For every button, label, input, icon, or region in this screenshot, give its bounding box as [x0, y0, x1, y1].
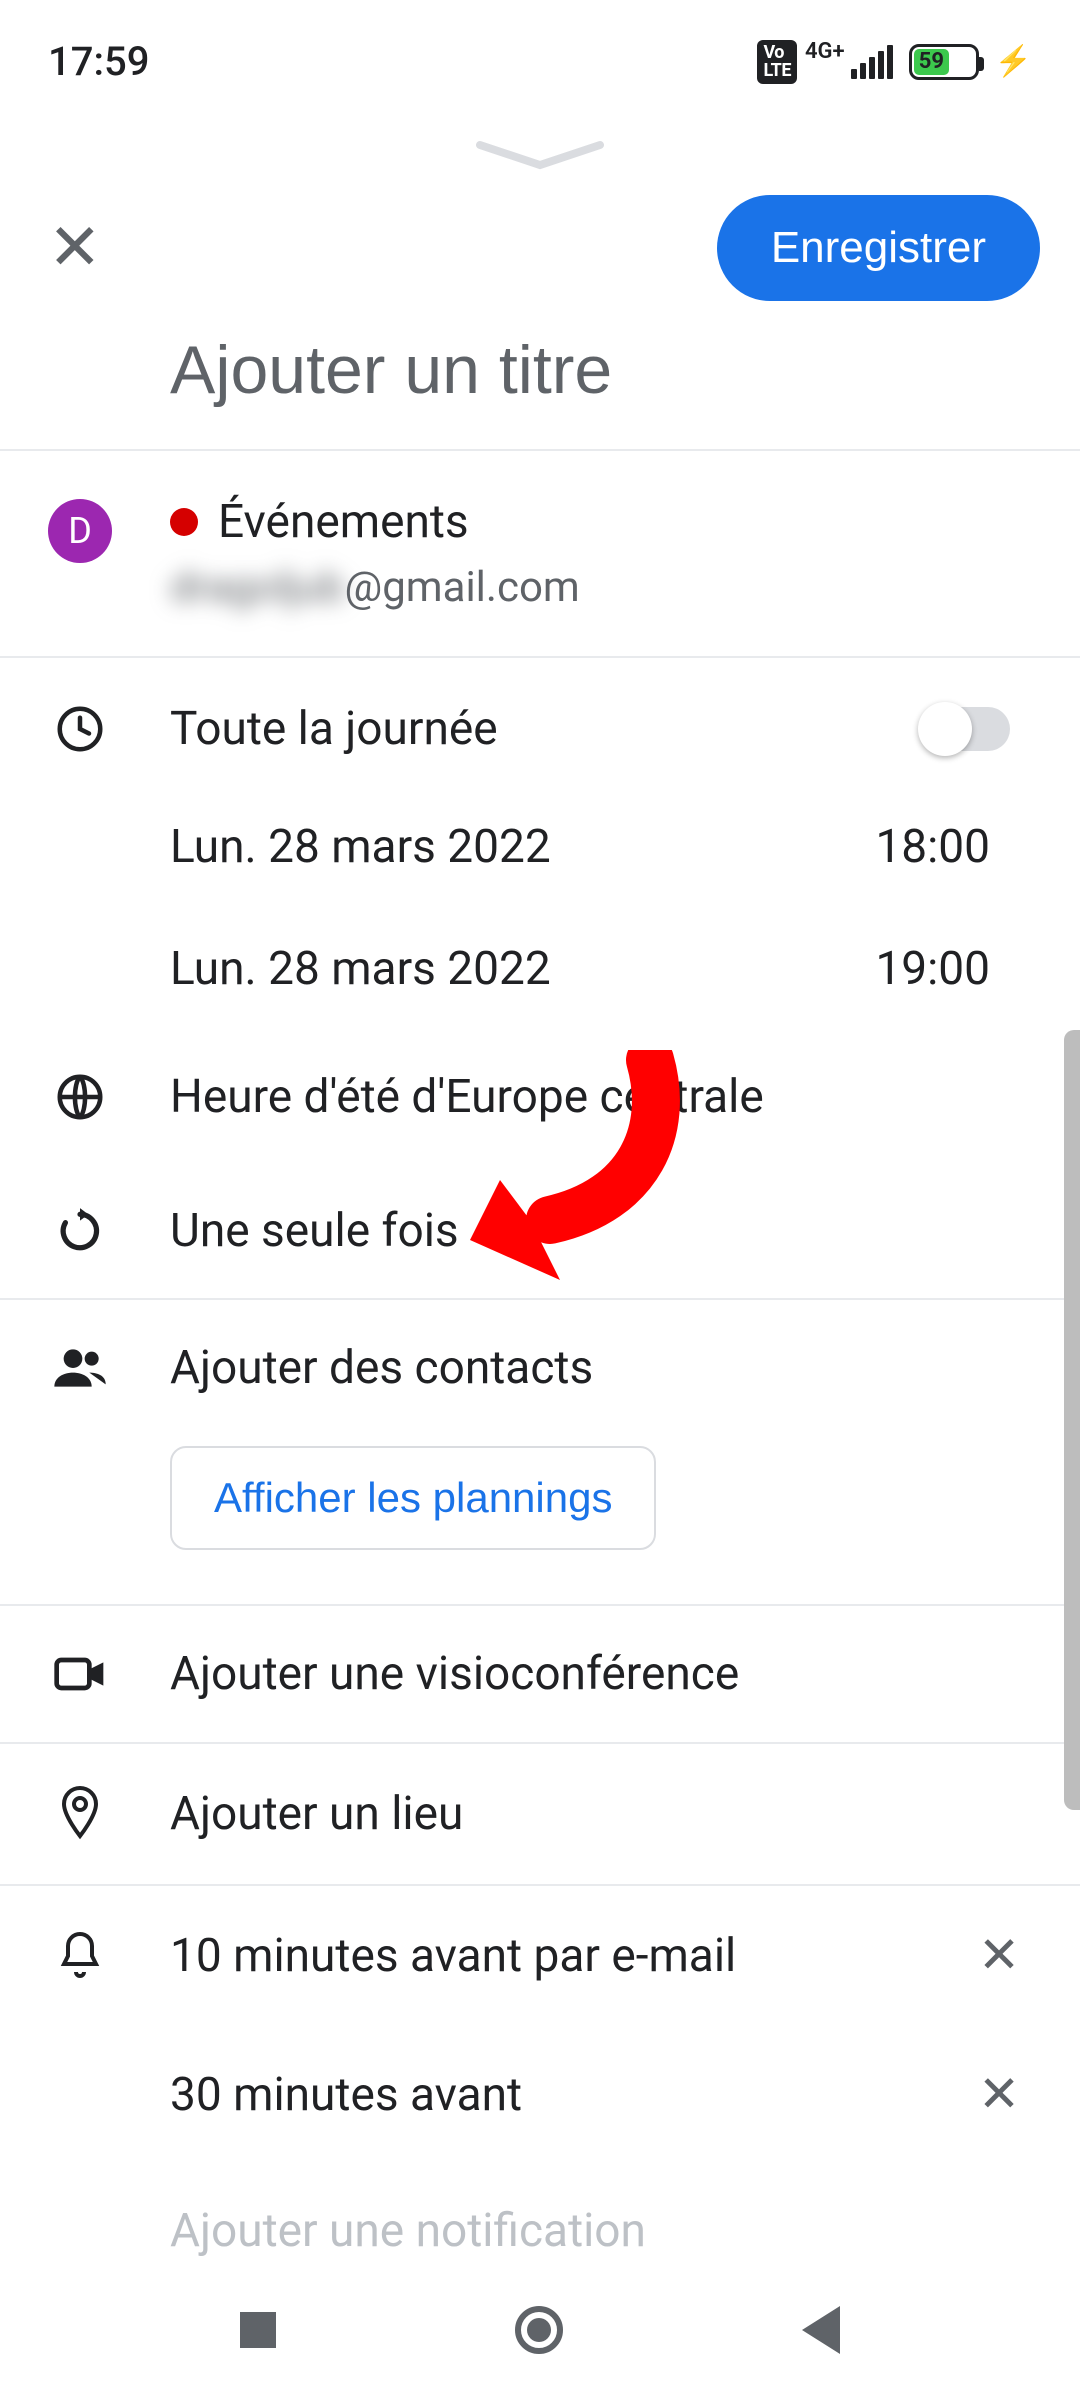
calendar-name: Événements: [218, 495, 469, 549]
end-date[interactable]: Lun. 28 mars 2022: [170, 942, 551, 996]
timezone-row[interactable]: Heure d'été d'Europe centrale: [0, 1030, 1080, 1164]
globe-icon: [53, 1070, 107, 1124]
save-button[interactable]: Enregistrer: [717, 195, 1040, 301]
volte-badge: VoLTE: [757, 40, 797, 84]
status-time: 17:59: [48, 38, 149, 85]
signal-icon: [851, 45, 893, 79]
nav-back-icon[interactable]: [802, 2306, 840, 2354]
recurrence-label: Une seule fois: [170, 1204, 1020, 1258]
nav-recent-icon[interactable]: [240, 2312, 276, 2348]
repeat-icon: [55, 1206, 105, 1256]
video-icon: [52, 1646, 108, 1702]
bell-icon: [55, 1928, 105, 1984]
start-datetime-row[interactable]: Lun. 28 mars 2022 18:00: [0, 786, 1080, 908]
title-input[interactable]: [170, 331, 989, 409]
location-icon: [56, 1784, 104, 1844]
navigation-bar: [0, 2260, 1080, 2400]
remove-notification-icon[interactable]: ✕: [978, 2065, 1020, 2124]
start-time[interactable]: 18:00: [875, 820, 990, 874]
notification-label: 10 minutes avant par e-mail: [170, 1929, 920, 1983]
calendar-color-dot: [170, 508, 198, 536]
remove-notification-icon[interactable]: ✕: [978, 1926, 1020, 1985]
people-icon: [52, 1340, 108, 1396]
drag-handle[interactable]: [0, 105, 1080, 185]
notification-row[interactable]: 30 minutes avant ✕: [0, 2025, 1080, 2164]
clock-icon: [53, 702, 107, 756]
avatar: D: [48, 499, 112, 563]
network-type: 4G+: [805, 39, 845, 64]
notification-label: 30 minutes avant: [170, 2068, 920, 2122]
status-indicators: VoLTE 4G+ 59 ⚡: [757, 40, 1032, 84]
notification-row[interactable]: 10 minutes avant par e-mail ✕: [0, 1886, 1080, 2025]
all-day-toggle[interactable]: [922, 707, 1010, 751]
calendar-row[interactable]: D Événements dragoljub@gmail.com: [0, 451, 1080, 656]
add-contacts-label: Ajouter des contacts: [170, 1341, 1020, 1395]
add-location-row[interactable]: Ajouter un lieu: [0, 1744, 1080, 1884]
account-email: dragoljub@gmail.com: [170, 563, 1020, 612]
scrollbar[interactable]: [1064, 1030, 1080, 1810]
close-icon[interactable]: ✕: [48, 216, 102, 280]
battery-icon: 59: [909, 44, 979, 80]
all-day-label: Toute la journée: [170, 702, 498, 756]
charging-icon: ⚡: [995, 44, 1032, 79]
end-datetime-row[interactable]: Lun. 28 mars 2022 19:00: [0, 908, 1080, 1030]
start-date[interactable]: Lun. 28 mars 2022: [170, 820, 551, 874]
end-time[interactable]: 19:00: [875, 942, 990, 996]
add-notification-label: Ajouter une notification: [170, 2204, 1020, 2258]
timezone-label: Heure d'été d'Europe centrale: [170, 1070, 1020, 1124]
add-video-row[interactable]: Ajouter une visioconférence: [0, 1606, 1080, 1742]
nav-home-icon[interactable]: [515, 2306, 563, 2354]
add-video-label: Ajouter une visioconférence: [170, 1647, 1020, 1701]
title-section: [0, 331, 1080, 449]
battery-level: 59: [914, 49, 949, 75]
all-day-row: Toute la journée: [0, 658, 1080, 786]
status-bar: 17:59 VoLTE 4G+ 59 ⚡: [0, 0, 1080, 105]
recurrence-row[interactable]: Une seule fois: [0, 1164, 1080, 1298]
add-location-label: Ajouter un lieu: [170, 1787, 1020, 1841]
app-bar: ✕ Enregistrer: [0, 185, 1080, 331]
add-contacts-row[interactable]: Ajouter des contacts: [0, 1300, 1080, 1436]
show-schedules-button[interactable]: Afficher les plannings: [170, 1446, 656, 1550]
